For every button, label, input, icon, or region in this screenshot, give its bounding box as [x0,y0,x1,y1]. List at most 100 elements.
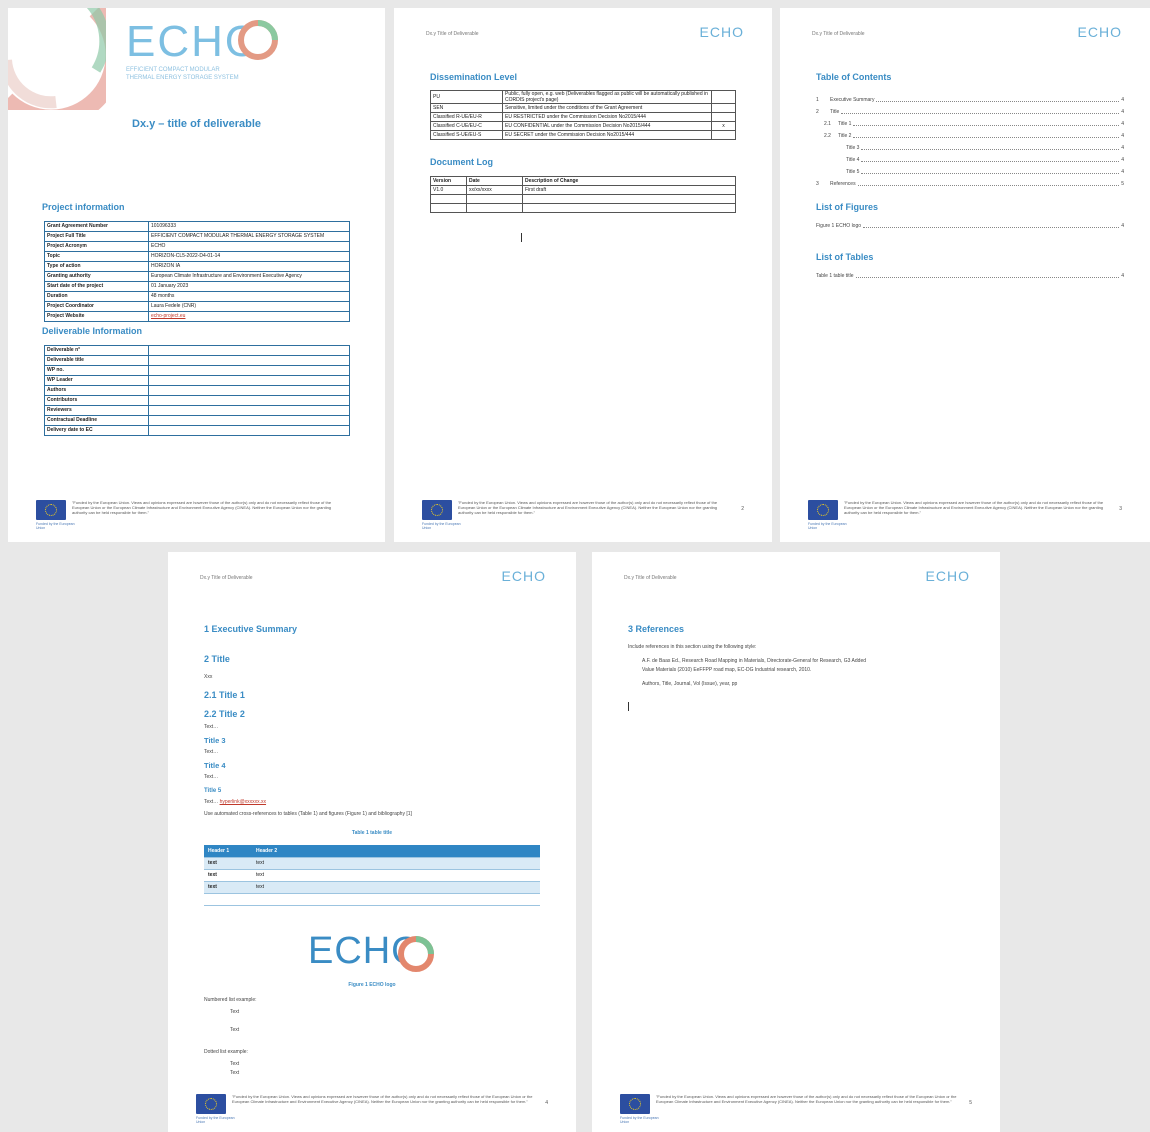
document-log-cell[interactable]: xx/xx/xxxx [466,185,523,195]
page-footer: Funded by the European Union "Funded by … [620,1094,972,1124]
dissemination-description: Sensitive, limited under the conditions … [502,103,712,113]
sample-table-cell[interactable]: text [252,869,300,882]
deliverable-info-value[interactable] [148,345,350,356]
table-list-item[interactable]: Table 1 table title 4 [816,270,1124,282]
project-info-key: Start date of the project [44,281,149,292]
toc-entry-title: Title 3 [846,145,860,151]
running-header: Dx.y Title of Deliverable [624,575,677,581]
document-log-cell[interactable] [522,203,736,213]
sample-table-cell[interactable]: text [252,881,300,894]
hyperlink[interactable]: hyperlink@xxxxxx.xx [220,799,266,805]
project-info-table: Grant Agreement Number 101096333 Project F… [44,221,350,322]
subsection-title-1: 2.1 Title 1 [204,690,245,700]
toc-heading: Table of Contents [816,72,892,82]
sample-table-cell[interactable]: text [204,869,252,882]
sample-table-cell[interactable] [252,893,300,906]
dotted-list-item: Text [230,1070,240,1076]
toc-entry[interactable]: 3 References 5 [816,178,1124,190]
sample-table-cell[interactable] [300,857,540,870]
cover-logo-subtitle-1: EFFICIENT COMPACT MODULAR [126,67,220,73]
project-info-value: HORIZON IA [148,261,350,272]
dissemination-code: PU [430,90,503,104]
document-log-cell[interactable] [522,194,736,204]
page-footer: Funded by the European Union "Funded by … [808,500,1122,530]
deliverable-info-value[interactable] [148,415,350,426]
dissemination-mark[interactable] [711,112,736,122]
dissemination-description: EU CONFIDENTIAL under the Commission Dec… [502,121,712,131]
cover-swirl-graphic [8,8,106,110]
deliverable-info-value[interactable] [148,405,350,416]
deliverable-info-value[interactable] [148,385,350,396]
figure-list-item-page: 4 [1121,223,1124,229]
project-info-row: Start date of the project 01 January 2023 [44,281,350,292]
project-info-value[interactable]: echo-project.eu [148,311,350,322]
toc-entry[interactable]: Title 4 4 [816,154,1124,166]
sample-table-cell[interactable] [300,869,540,882]
figure-list-item[interactable]: Figure 1 ECHO logo 4 [816,220,1124,232]
toc-entry[interactable]: 1 Executive Summary 4 [816,94,1124,106]
toc-entry-title: Title [830,109,840,115]
toc-entry-page: 4 [1121,97,1124,103]
table-list-item-page: 4 [1121,273,1124,279]
table-list-item-text: Table 1 table title [816,273,854,279]
toc-entry[interactable]: Title 3 4 [816,142,1124,154]
dissemination-mark[interactable]: x [711,121,736,131]
dissemination-mark[interactable] [711,130,736,140]
deliverable-info-value[interactable] [148,395,350,406]
heading-title-4: Title 4 [204,761,226,770]
running-header: Dx.y Title of Deliverable [200,575,253,581]
sample-table-cell[interactable] [300,881,540,894]
toc-entry-page: 4 [1121,169,1124,175]
deliverable-info-key: Contributors [44,395,149,406]
sample-table-cell[interactable]: text [204,857,252,870]
numbered-list-item: Text [230,1027,240,1033]
deliverable-info-value[interactable] [148,375,350,386]
toc-entry-page: 4 [1121,121,1124,127]
document-log-cell[interactable] [430,194,467,204]
toc-entry-number: 3 [816,181,819,187]
deliverable-info-value[interactable] [148,425,350,436]
deliverable-info-value[interactable] [148,355,350,366]
sample-table-header: Header 2 [252,845,300,858]
sample-table-cell[interactable] [204,893,252,906]
figure-caption: Figure 1 ECHO logo [348,982,396,988]
numbered-list-label: Numbered list example: [204,997,257,1003]
document-log-cell[interactable] [430,203,467,213]
toc-entry[interactable]: 2.2 Title 2 4 [816,130,1124,142]
reference-2: Authors, Title, Journal, Vol (Issue), ye… [642,681,738,687]
dissemination-mark[interactable] [711,103,736,113]
crossref-instruction: Use automated cross-references to tables… [204,811,412,817]
header-logo: ECHO [699,24,744,40]
text-cursor[interactable] [521,233,522,242]
sample-table-cell[interactable] [300,893,540,906]
toc-list: 1 Executive Summary 4 2 Title 4 2.1 Title 1 4 2.2… [816,94,1124,190]
toc-entry[interactable]: 2.1 Title 1 4 [816,118,1124,130]
dissemination-row: PU Public, fully open, e.g. web (Delivera… [430,90,736,104]
hyperlink-line: Text… hyperlink@xxxxxx.xx [204,799,266,805]
header-logo: ECHO [1077,24,1122,40]
toc-entry[interactable]: 2 Title 4 [816,106,1124,118]
document-log-cell[interactable] [466,194,523,204]
document-log-cell[interactable]: First draft [522,185,736,195]
document-log-cell[interactable]: V1.0 [430,185,467,195]
deliverable-info-key: WP Leader [44,375,149,386]
toc-entry-title: Title 4 [846,157,860,163]
text-cursor[interactable] [628,702,629,711]
toc-entry[interactable]: Title 5 4 [816,166,1124,178]
document-log-cell[interactable] [466,203,523,213]
toc-entry-title: References [830,181,856,187]
deliverable-info-row: WP Leader [44,375,350,386]
dissemination-row: Classified R-UE/EU-R EU RESTRICTED under … [430,112,736,122]
project-info-row: Topic HORIZON-CL5-2022-D4-01-14 [44,251,350,262]
sample-table-cell[interactable]: text [204,881,252,894]
references-intro: Include references in this section using… [628,644,757,650]
sample-table-cell[interactable]: text [252,857,300,870]
dissemination-mark[interactable] [711,90,736,104]
dissemination-row: Classified C-UE/EU-C EU CONFIDENTIAL unde… [430,121,736,131]
project-info-row: Duration 48 months [44,291,350,302]
deliverable-title: Dx.y – title of deliverable [132,118,261,130]
deliverable-info-value[interactable] [148,365,350,376]
echo-logo-ring-icon [398,936,434,972]
footer-disclaimer: "Funded by the European Union. Views and… [232,1094,533,1104]
footer-disclaimer: "Funded by the European Union. Views and… [72,500,332,515]
